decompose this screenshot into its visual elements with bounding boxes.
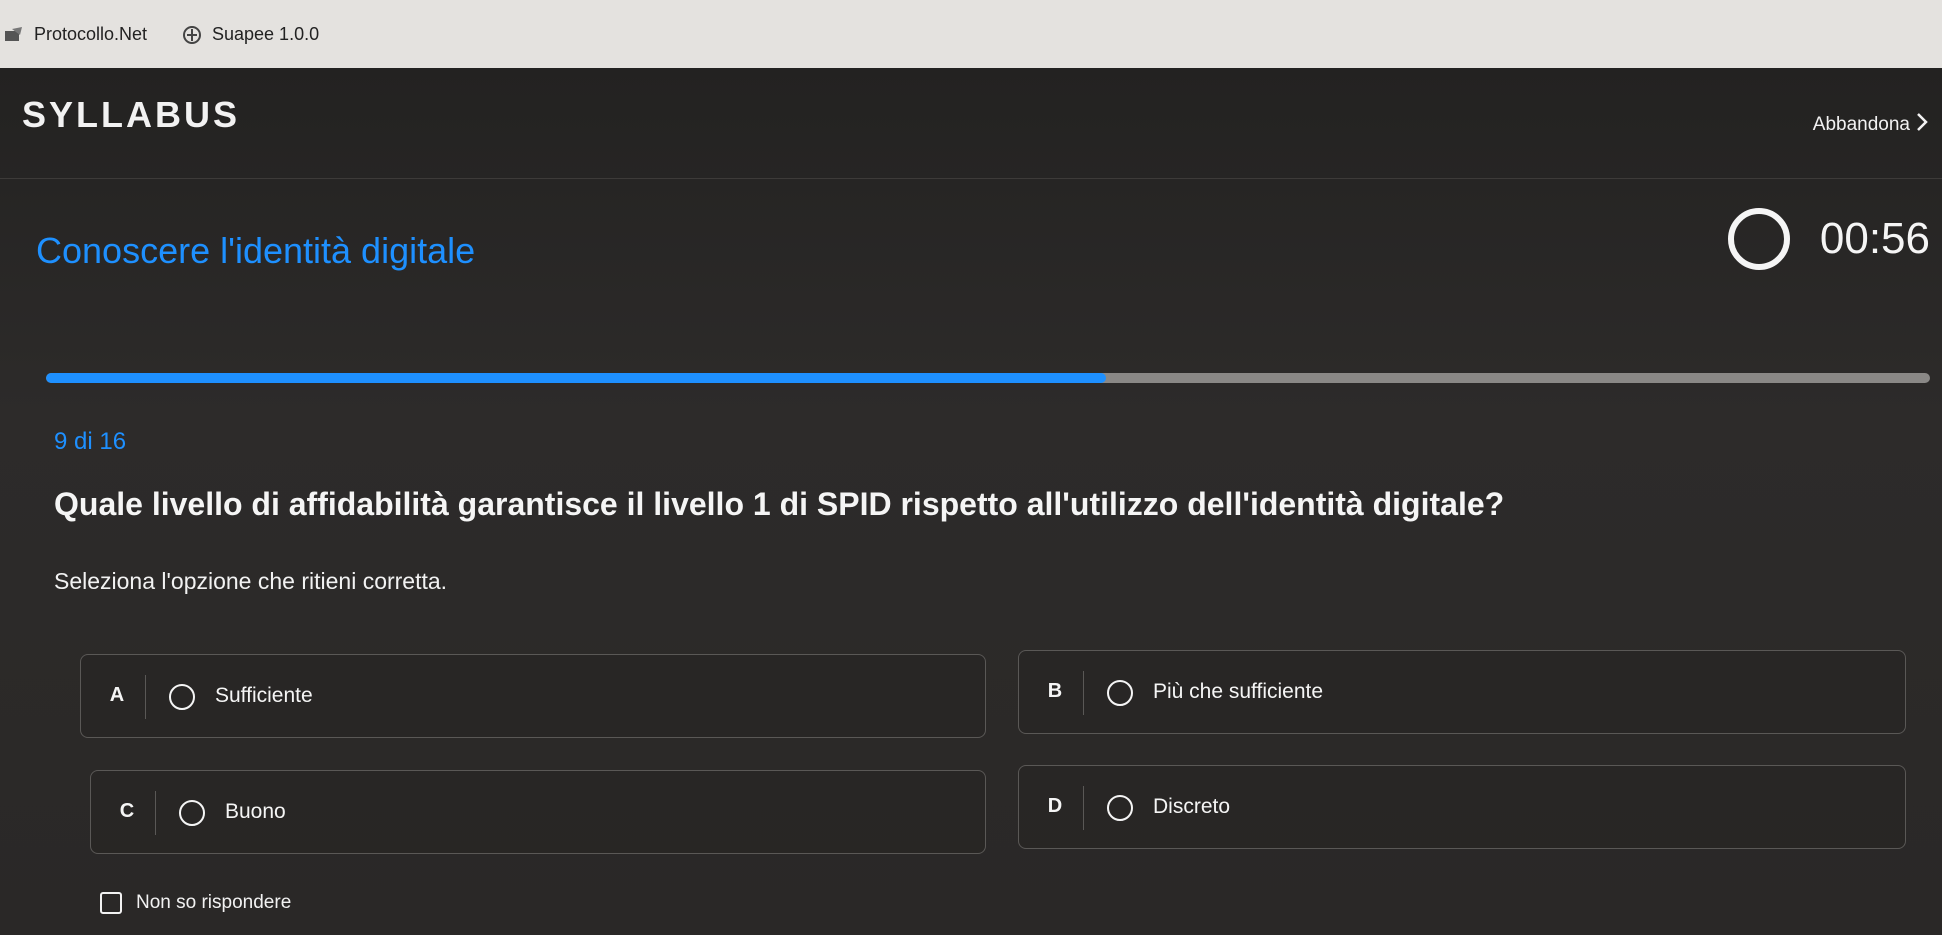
syllabus-logo: SYLLABUS	[22, 94, 241, 135]
timer-ring-icon	[1727, 208, 1790, 270]
radio-icon[interactable]	[179, 800, 205, 826]
answer-option-b[interactable]: B Più che sufficiente	[1018, 650, 1906, 734]
answer-option-a[interactable]: A Sufficiente	[80, 654, 986, 738]
no-answer-label: Non so rispondere	[136, 892, 292, 913]
checkbox-icon[interactable]	[100, 892, 122, 914]
protocollo-app-icon	[4, 25, 24, 45]
app-header: SYLLABUS Abbandona	[0, 68, 1942, 179]
abbandona-label: Abbandona	[1812, 114, 1910, 135]
question-text: Quale livello di affidabilità garantisce…	[54, 486, 1505, 522]
option-label: Discreto	[1153, 795, 1231, 818]
radio-icon[interactable]	[1107, 795, 1133, 821]
chevron-right-icon	[1916, 112, 1928, 138]
taskbar-item-protocollo[interactable]: Protocollo.Net	[4, 24, 147, 45]
quiz-app: SYLLABUS Abbandona Conoscere l'identità …	[0, 68, 1942, 935]
taskbar-item-suapee[interactable]: Suapee 1.0.0	[182, 24, 319, 45]
option-letter: D	[1047, 795, 1063, 817]
option-letter: A	[109, 684, 125, 706]
radio-icon[interactable]	[169, 684, 195, 710]
question-counter: 9 di 16	[54, 428, 127, 455]
option-label: Più che sufficiente	[1153, 680, 1324, 703]
radio-icon[interactable]	[1107, 680, 1133, 706]
option-divider	[1083, 671, 1084, 715]
taskbar-item-label: Suapee 1.0.0	[212, 24, 320, 44]
no-answer-option[interactable]: Non so rispondere	[100, 892, 291, 914]
question-instruction: Seleziona l'opzione che ritieni corretta…	[54, 568, 448, 594]
answer-option-c[interactable]: C Buono	[90, 770, 986, 854]
quiz-progress-bar	[46, 373, 1930, 383]
taskbar: Protocollo.Net Suapee 1.0.0	[0, 0, 1942, 69]
answer-option-d[interactable]: D Discreto	[1018, 765, 1906, 849]
option-label: Sufficiente	[215, 684, 313, 707]
quiz-progress-fill	[46, 373, 1106, 383]
option-divider	[155, 791, 156, 835]
option-label: Buono	[225, 800, 286, 823]
timer-value: 00:56	[1819, 214, 1930, 263]
option-divider	[145, 675, 146, 719]
taskbar-item-label: Protocollo.Net	[34, 24, 148, 44]
course-title: Conoscere l'identità digitale	[36, 230, 476, 271]
option-letter: C	[119, 800, 135, 822]
option-divider	[1083, 786, 1084, 830]
suapee-app-icon	[182, 25, 202, 45]
option-letter: B	[1047, 680, 1063, 702]
quiz-timer: 00:56	[1727, 208, 1930, 270]
abbandona-button[interactable]: Abbandona	[1813, 112, 1928, 138]
